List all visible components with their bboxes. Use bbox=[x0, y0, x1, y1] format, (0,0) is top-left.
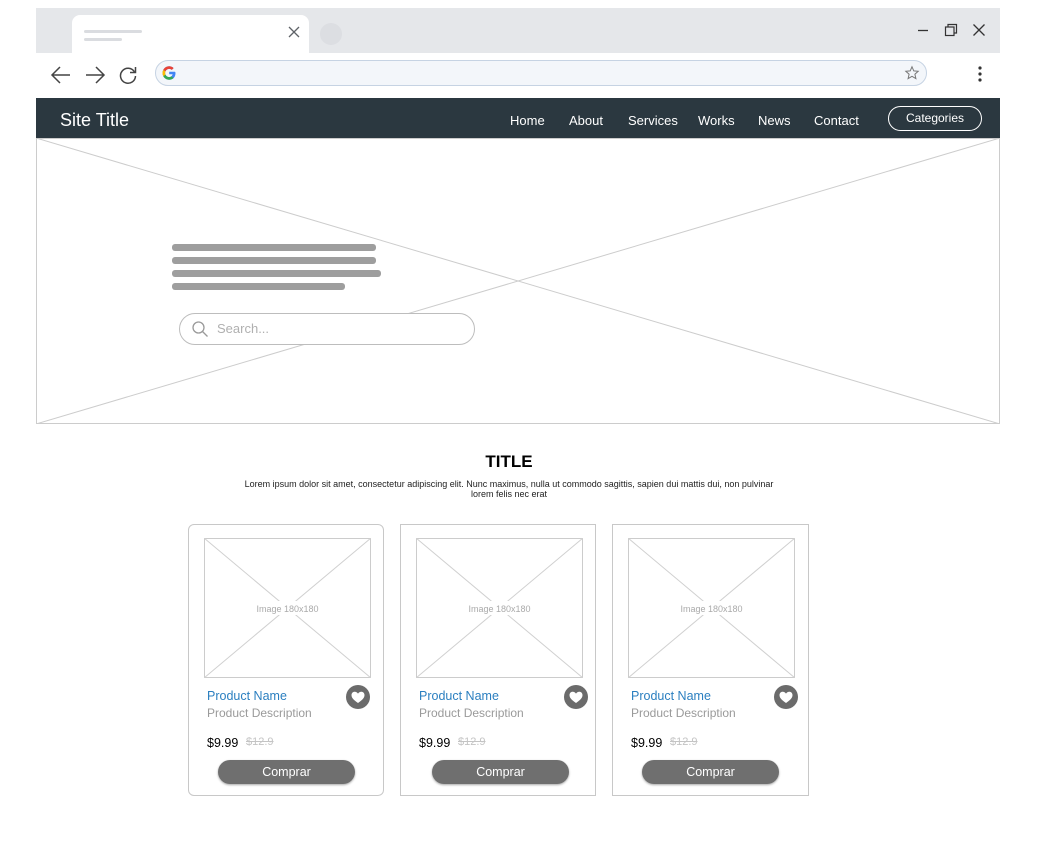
hero-text-line bbox=[172, 270, 381, 277]
section-subtitle: Lorem ipsum dolor sit amet, consectetur … bbox=[204, 479, 814, 499]
hero-image-placeholder bbox=[36, 138, 1000, 424]
product-card: Image 180x180 Product Name Product Descr… bbox=[188, 524, 384, 796]
section-subtitle-line: lorem felis nec erat bbox=[470, 489, 548, 499]
tab-title-placeholder-2 bbox=[84, 38, 122, 41]
hero-text-line bbox=[172, 257, 376, 264]
buy-button[interactable]: Comprar bbox=[218, 760, 355, 784]
star-icon[interactable] bbox=[904, 65, 920, 81]
hero-text-line bbox=[172, 244, 376, 251]
product-description: Product Description bbox=[207, 706, 312, 720]
kebab-menu-icon[interactable] bbox=[974, 65, 986, 83]
address-bar[interactable] bbox=[155, 60, 927, 86]
search-icon bbox=[192, 321, 208, 337]
buy-button[interactable]: Comprar bbox=[432, 760, 569, 784]
product-description: Product Description bbox=[631, 706, 736, 720]
google-icon bbox=[162, 66, 176, 80]
product-image-label: Image 180x180 bbox=[680, 604, 742, 614]
close-icon[interactable] bbox=[286, 24, 302, 40]
nav-link-works[interactable]: Works bbox=[698, 113, 735, 128]
reload-icon[interactable] bbox=[117, 64, 139, 86]
product-image-placeholder: Image 180x180 bbox=[628, 538, 795, 678]
favorite-button[interactable] bbox=[774, 685, 798, 709]
product-card: Image 180x180 Product Name Product Descr… bbox=[400, 524, 596, 796]
product-image-label: Image 180x180 bbox=[468, 604, 530, 614]
section-title: TITLE bbox=[485, 452, 533, 471]
new-tab-button[interactable] bbox=[320, 23, 342, 45]
product-price: $9.99 bbox=[419, 736, 451, 750]
section-subtitle-line: Lorem ipsum dolor sit amet, consectetur … bbox=[244, 479, 774, 489]
categories-button[interactable]: Categories bbox=[888, 106, 982, 131]
product-name[interactable]: Product Name bbox=[419, 689, 499, 703]
product-name[interactable]: Product Name bbox=[207, 689, 287, 703]
product-image-label: Image 180x180 bbox=[256, 604, 318, 614]
site-title[interactable]: Site Title bbox=[60, 110, 129, 131]
product-image-placeholder: Image 180x180 bbox=[416, 538, 583, 678]
product-price: $9.99 bbox=[631, 736, 663, 750]
buy-button[interactable]: Comprar bbox=[642, 760, 779, 784]
product-old-price: $12.9 bbox=[246, 736, 274, 748]
back-arrow-icon[interactable] bbox=[50, 64, 72, 86]
favorite-button[interactable] bbox=[564, 685, 588, 709]
product-price: $9.99 bbox=[207, 736, 239, 750]
heart-icon bbox=[569, 691, 583, 703]
product-old-price: $12.9 bbox=[458, 736, 486, 748]
nav-link-about[interactable]: About bbox=[569, 113, 603, 128]
product-name[interactable]: Product Name bbox=[631, 689, 711, 703]
product-description: Product Description bbox=[419, 706, 524, 720]
product-image-placeholder: Image 180x180 bbox=[204, 538, 371, 678]
nav-link-home[interactable]: Home bbox=[510, 113, 545, 128]
search-placeholder: Search... bbox=[217, 321, 270, 336]
heart-icon bbox=[779, 691, 793, 703]
browser-tab[interactable] bbox=[72, 15, 309, 53]
heart-icon bbox=[351, 691, 365, 703]
product-card: Image 180x180 Product Name Product Descr… bbox=[612, 524, 809, 796]
forward-arrow-icon[interactable] bbox=[84, 64, 106, 86]
nav-link-news[interactable]: News bbox=[758, 113, 791, 128]
tab-title-placeholder bbox=[84, 30, 142, 33]
nav-link-contact[interactable]: Contact bbox=[814, 113, 859, 128]
hero-text-line bbox=[172, 283, 345, 290]
close-window-icon[interactable] bbox=[970, 21, 988, 39]
restore-icon[interactable] bbox=[942, 21, 960, 39]
nav-link-services[interactable]: Services bbox=[628, 113, 678, 128]
product-old-price: $12.9 bbox=[670, 736, 698, 748]
minimize-icon[interactable] bbox=[914, 21, 932, 39]
favorite-button[interactable] bbox=[346, 685, 370, 709]
